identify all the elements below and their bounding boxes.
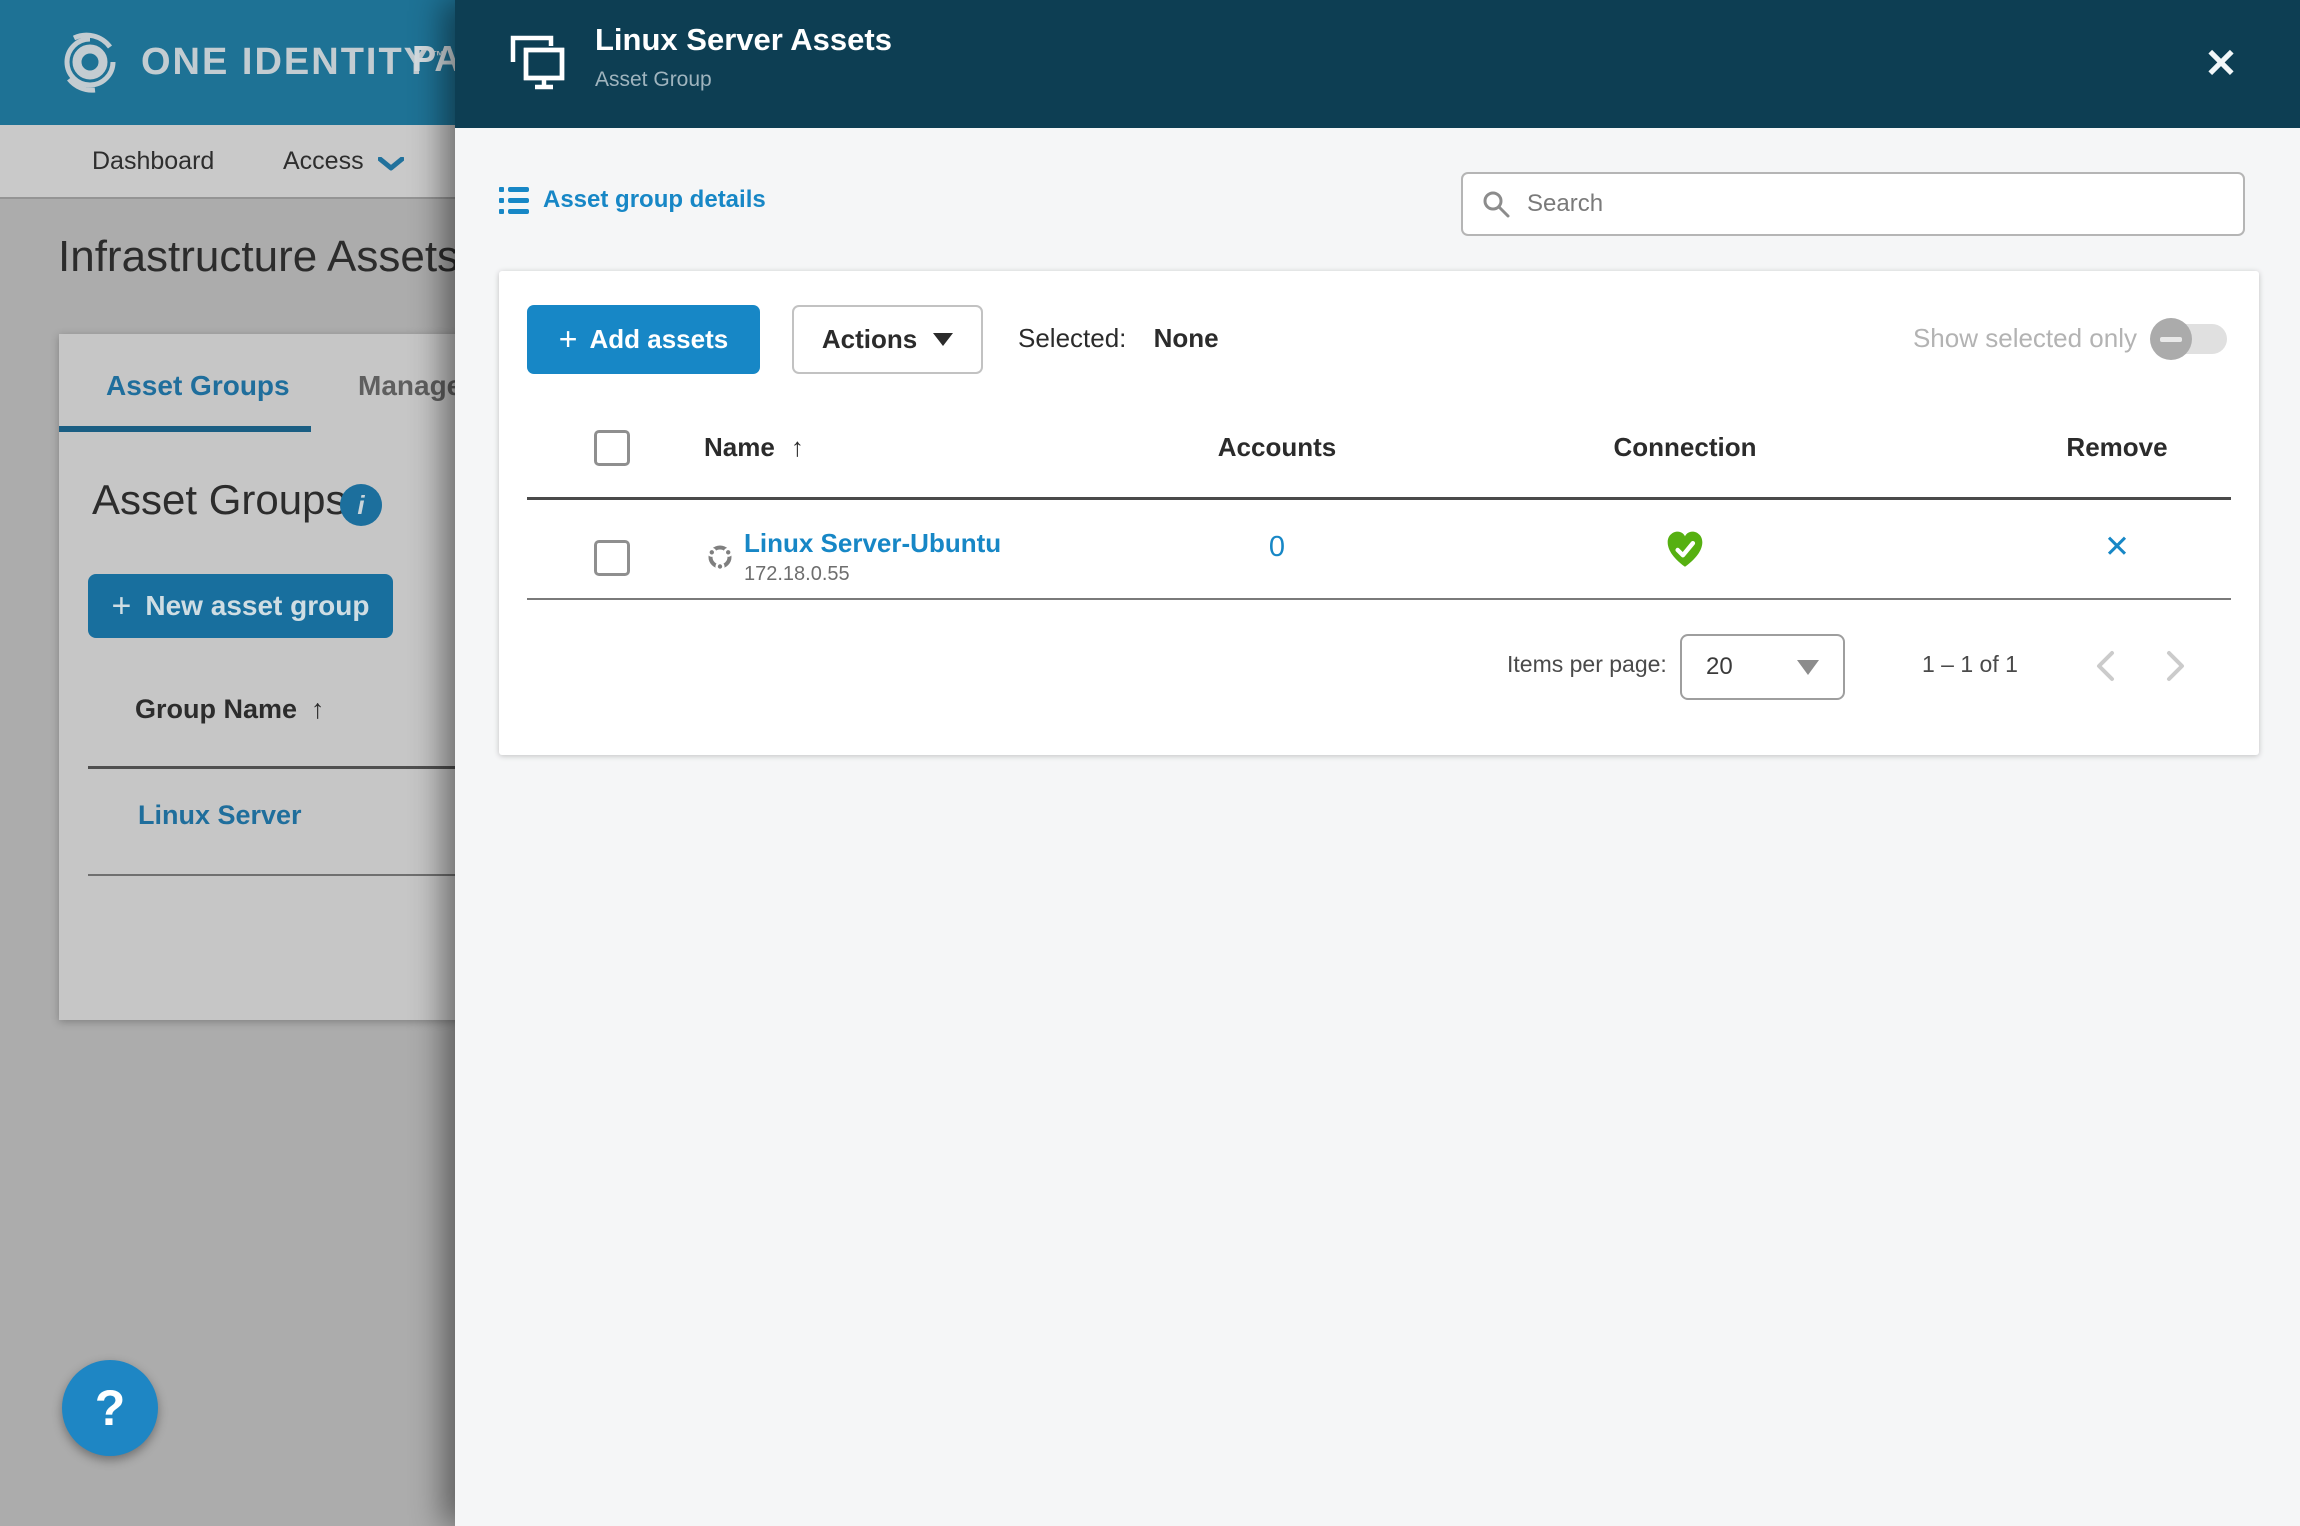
panel-subtitle: Asset Group xyxy=(595,68,712,91)
search-icon xyxy=(1483,191,1510,218)
next-page-icon[interactable] xyxy=(2156,647,2196,687)
asset-groups-card: Asset Groups Managed Asset Groups i + Ne… xyxy=(59,334,479,1020)
help-button[interactable]: ? xyxy=(62,1360,158,1456)
one-identity-logo-icon xyxy=(64,32,116,93)
asset-group-panel: Linux Server Assets Asset Group ✕ Asset … xyxy=(455,0,2300,1526)
previous-page-icon[interactable] xyxy=(2085,647,2125,687)
divider xyxy=(88,874,479,876)
connection-healthy-icon xyxy=(1667,531,1703,567)
asset-name-link[interactable]: Linux Server-Ubuntu xyxy=(744,528,1001,559)
row-divider xyxy=(527,598,2231,600)
chevron-down-icon xyxy=(377,157,404,171)
section-title: Asset Groups xyxy=(92,476,347,523)
sort-ascending-icon: ↑ xyxy=(790,432,804,462)
add-assets-button[interactable]: + Add assets xyxy=(527,305,760,374)
select-all-checkbox[interactable] xyxy=(594,430,630,466)
caret-down-icon xyxy=(1797,659,1819,675)
plus-icon: + xyxy=(558,321,578,357)
selected-label: Selected: xyxy=(1018,323,1127,353)
active-tab-underline xyxy=(59,426,311,432)
assets-card: + Add assets Actions Selected: None Show… xyxy=(499,271,2259,755)
page-title: Infrastructure Assets xyxy=(58,232,460,281)
group-name-column-header[interactable]: Group Name ↑ xyxy=(135,694,325,725)
show-selected-only-label: Show selected only xyxy=(1912,323,2137,353)
plus-icon: + xyxy=(111,586,132,625)
info-icon[interactable]: i xyxy=(340,484,382,526)
panel-title: Linux Server Assets xyxy=(595,22,892,57)
items-per-page-label: Items per page: xyxy=(1507,651,1667,677)
one-identity-logo: ONE IDENTITY™ xyxy=(55,27,447,97)
pagination-range: 1 – 1 of 1 xyxy=(1922,651,2018,677)
column-header-remove: Remove xyxy=(2066,432,2168,462)
asset-ip-address: 172.18.0.55 xyxy=(744,563,850,585)
show-selected-only-toggle[interactable] xyxy=(2150,317,2227,360)
screen: ONE IDENTITY™ PA Dashboard Access Infras… xyxy=(0,0,2300,1526)
close-icon[interactable]: ✕ xyxy=(2197,40,2245,88)
show-selected-only: Show selected only xyxy=(1912,317,2227,360)
tab-asset-groups[interactable]: Asset Groups xyxy=(106,370,290,402)
nav-item-dashboard[interactable]: Dashboard xyxy=(92,125,214,197)
toggle-knob xyxy=(2150,317,2192,360)
search-input[interactable] xyxy=(1527,190,2225,218)
column-header-name[interactable]: Name ↑ xyxy=(704,432,804,463)
accounts-count-link[interactable]: 0 xyxy=(1269,531,1285,564)
remove-asset-icon[interactable]: ✕ xyxy=(2104,529,2130,565)
actions-button[interactable]: Actions xyxy=(792,305,983,374)
selected-summary: Selected: None xyxy=(1018,323,1219,354)
table-header-divider xyxy=(527,497,2231,500)
nav-item-access[interactable]: Access xyxy=(283,125,404,197)
sort-ascending-icon: ↑ xyxy=(311,694,325,724)
selected-value: None xyxy=(1153,323,1219,353)
items-per-page-select[interactable]: 20 xyxy=(1680,634,1845,700)
divider xyxy=(88,766,479,769)
topbar-partial-text: PA xyxy=(412,38,462,79)
column-header-accounts[interactable]: Accounts xyxy=(1218,432,1336,463)
brand-name: ONE IDENTITY™ xyxy=(141,40,448,83)
asset-group-icon xyxy=(510,35,565,90)
ubuntu-os-icon xyxy=(707,545,733,572)
search-box xyxy=(1461,172,2245,236)
new-asset-group-button[interactable]: + New asset group xyxy=(88,574,393,638)
asset-group-details-link[interactable]: Asset group details xyxy=(499,186,766,214)
panel-header: Linux Server Assets Asset Group ✕ xyxy=(455,0,2300,128)
group-row-linux-server[interactable]: Linux Server xyxy=(138,800,302,831)
column-header-connection[interactable]: Connection xyxy=(1614,432,1757,463)
caret-down-icon xyxy=(933,333,954,346)
list-icon xyxy=(499,186,529,214)
row-checkbox[interactable] xyxy=(594,540,630,576)
